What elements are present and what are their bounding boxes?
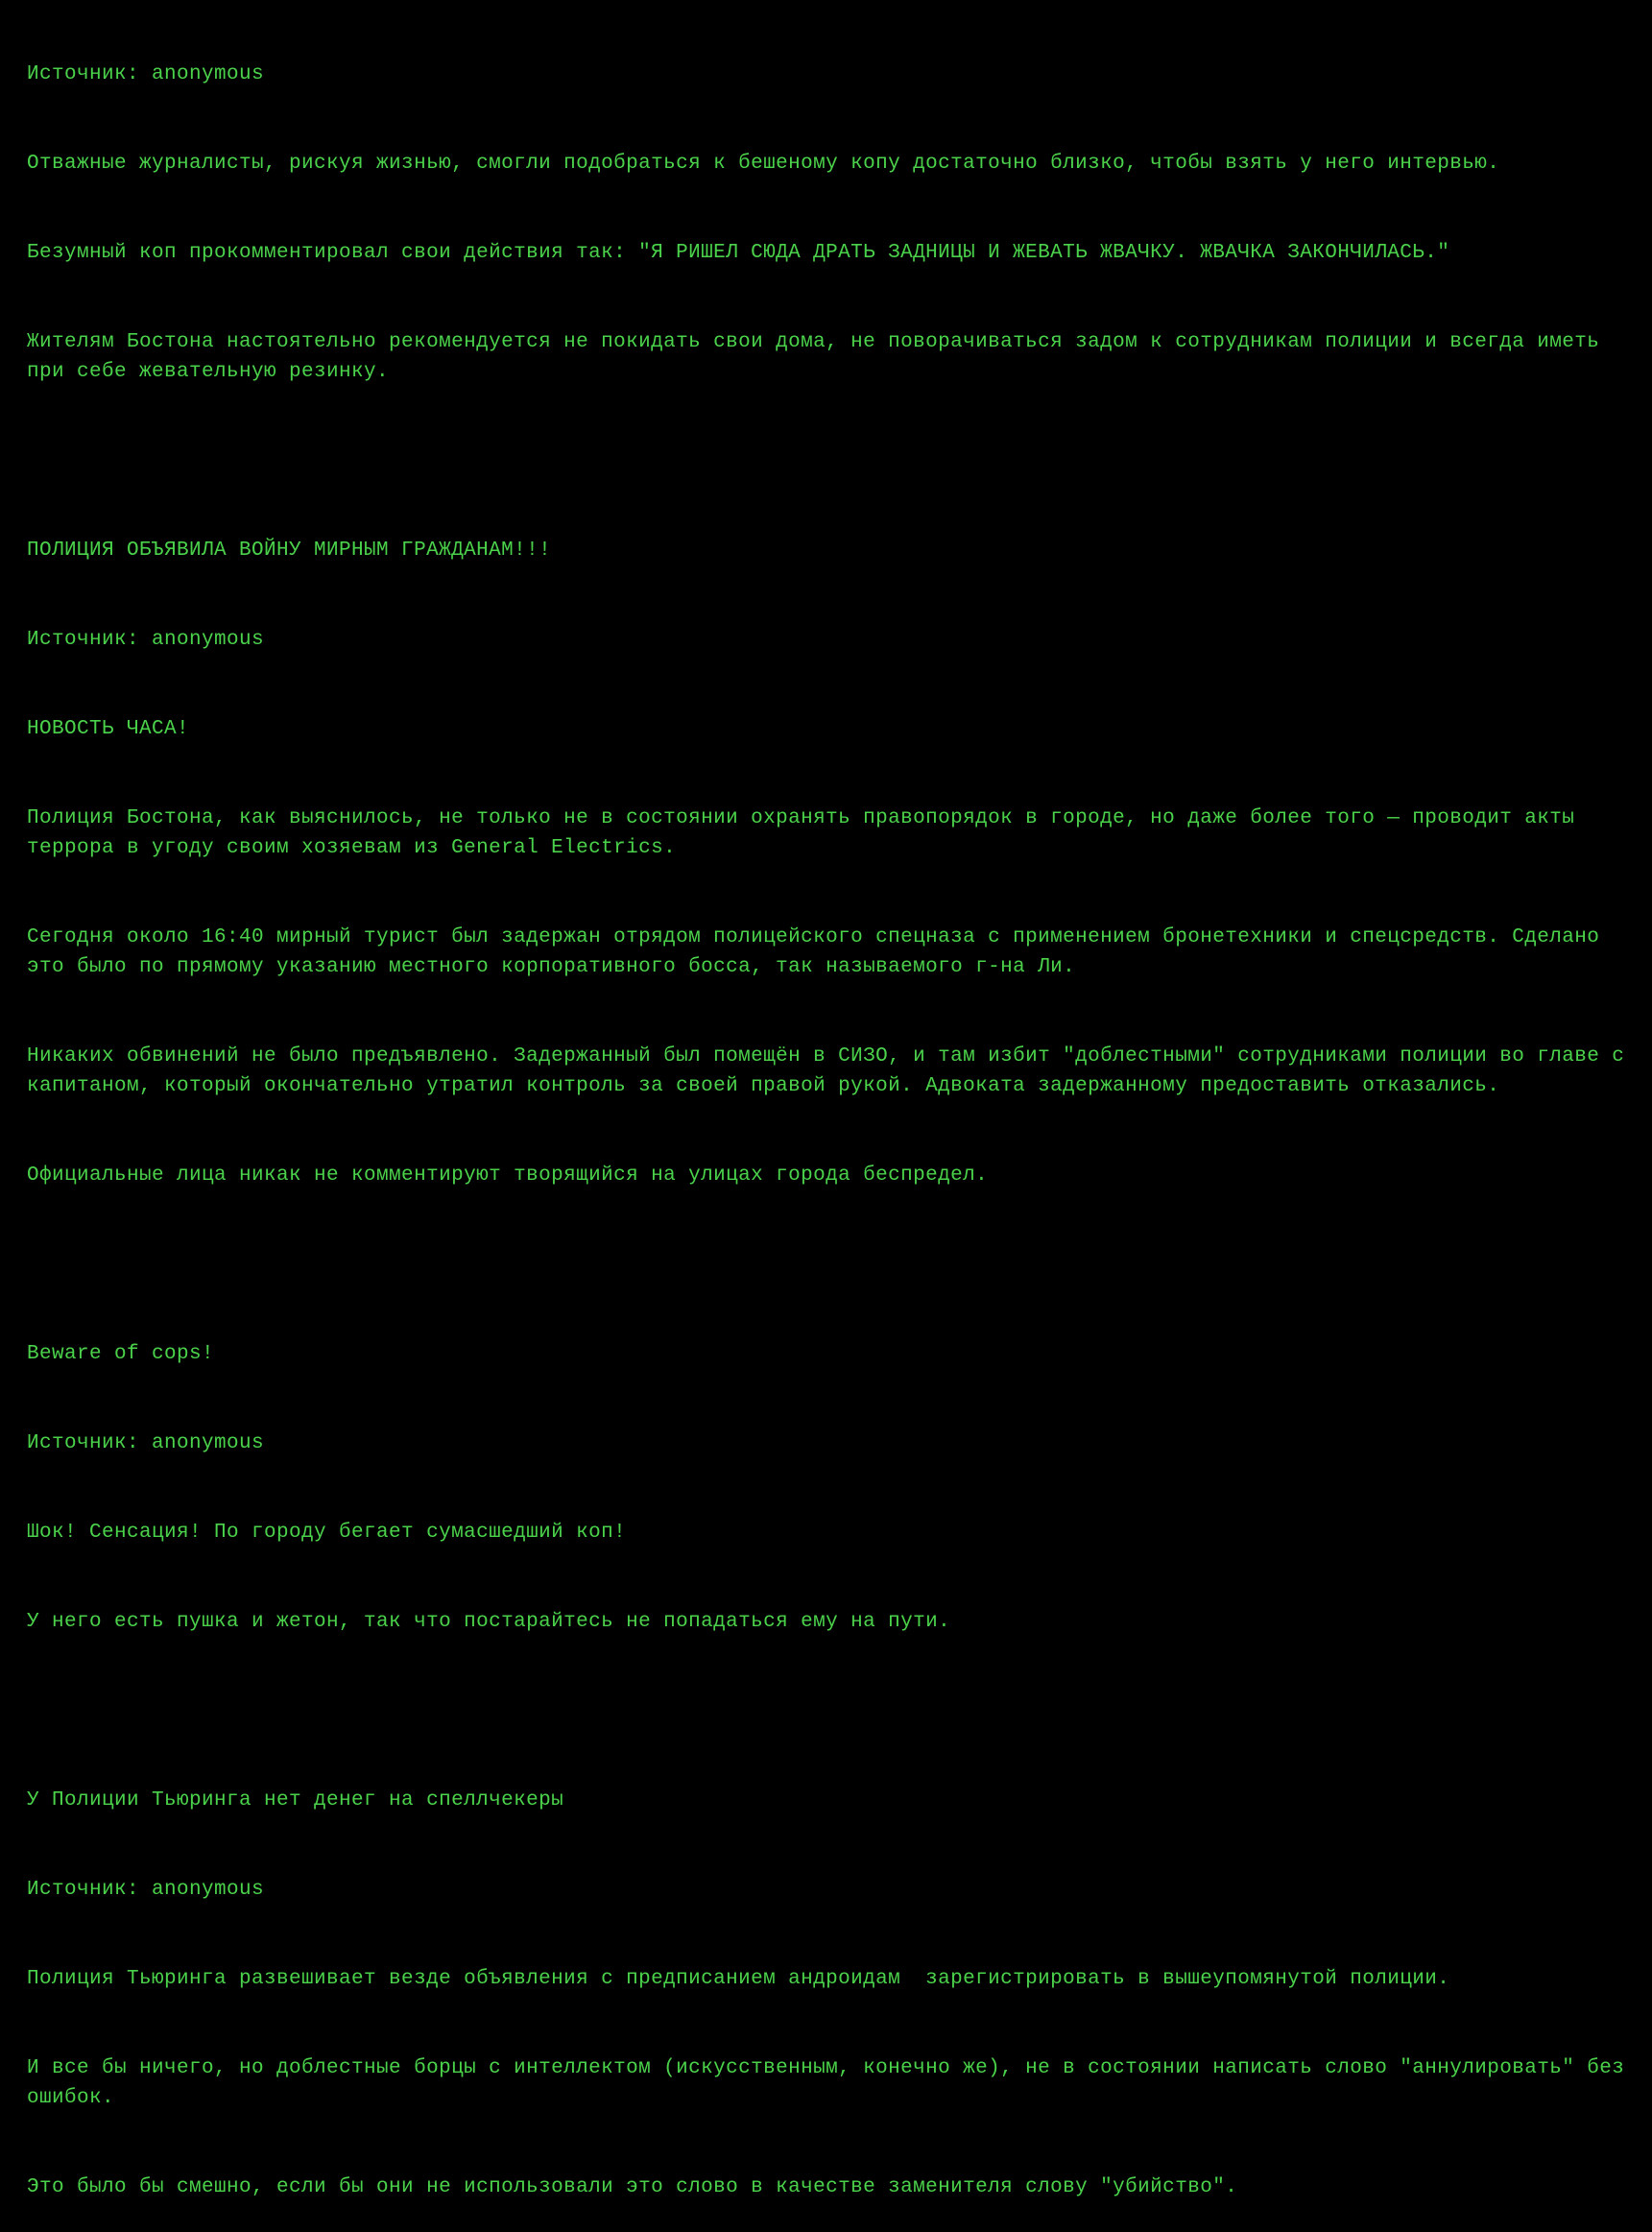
- text-line: Источник: anonymous: [27, 60, 1625, 89]
- text-line: Шок! Сенсация! По городу бегает сумасшед…: [27, 1518, 1625, 1548]
- blank-line: [27, 1696, 1625, 1726]
- text-line: Полиция Тьюринга развешивает везде объяв…: [27, 1964, 1625, 1994]
- text-line: И все бы ничего, но доблестные борцы с и…: [27, 2053, 1625, 2113]
- text-line: Отважные журналисты, рискуя жизнью, смог…: [27, 149, 1625, 179]
- text-line: Источник: anonymous: [27, 1875, 1625, 1905]
- text-line: Это было бы смешно, если бы они не испол…: [27, 2172, 1625, 2202]
- text-line: Источник: anonymous: [27, 1428, 1625, 1458]
- text-line: У него есть пушка и жетон, так что поста…: [27, 1607, 1625, 1637]
- text-line: Никаких обвинений не было предъявлено. З…: [27, 1042, 1625, 1101]
- blank-line: [27, 446, 1625, 476]
- headline: НОВОСТЬ ЧАСА!: [27, 714, 1625, 744]
- text-line: Жителям Бостона настоятельно рекомендует…: [27, 327, 1625, 387]
- terminal-output: Источник: anonymous Отважные журналисты,…: [0, 0, 1652, 2232]
- headline: Beware of cops!: [27, 1339, 1625, 1369]
- headline: ПОЛИЦИЯ ОБЪЯВИЛА ВОЙНУ МИРНЫМ ГРАЖДАНАМ!…: [27, 536, 1625, 565]
- text-line: Полиция Бостона, как выяснилось, не толь…: [27, 804, 1625, 863]
- blank-line: [27, 1250, 1625, 1280]
- headline: У Полиции Тьюринга нет денег на спеллчек…: [27, 1786, 1625, 1815]
- text-line: Безумный коп прокомментировал свои дейст…: [27, 238, 1625, 268]
- text-line: Источник: anonymous: [27, 625, 1625, 655]
- text-line: Сегодня около 16:40 мирный турист был за…: [27, 923, 1625, 982]
- text-line: Официальные лица никак не комментируют т…: [27, 1161, 1625, 1190]
